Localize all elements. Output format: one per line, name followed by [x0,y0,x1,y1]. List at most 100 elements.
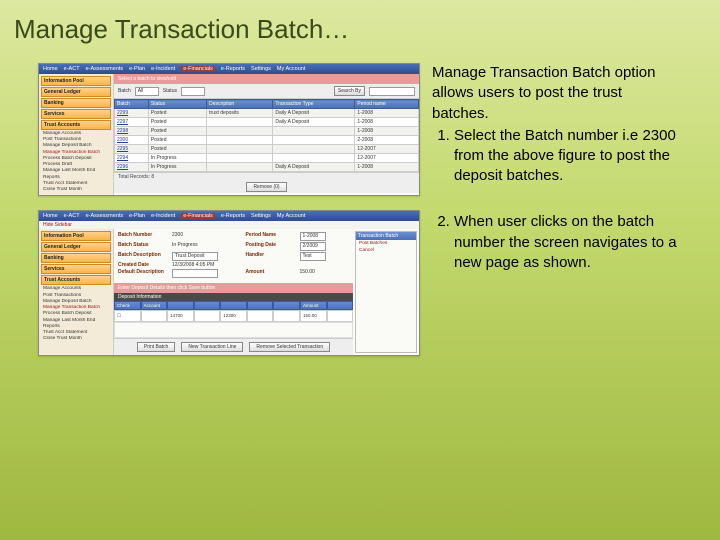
record-count: Total Records: 8 [114,172,419,181]
cell[interactable] [247,310,274,322]
remove-button[interactable]: Remove (0) [246,182,286,192]
default-desc-input[interactable] [172,269,218,278]
col [327,301,354,310]
nav-item[interactable]: Home [43,66,58,72]
nav-item[interactable]: e-ACT [64,66,80,72]
col-header[interactable]: Description [207,100,273,109]
sidebar-section[interactable]: Information Pool [41,231,111,241]
batch-link[interactable]: 2295 [115,145,149,154]
new-line-button[interactable]: New Transaction Line [181,342,243,352]
posting-date-input[interactable]: 2/2009 [300,242,326,251]
batch-link[interactable]: 2294 [115,154,149,163]
main-panel: Select a batch to view/edit Batch All St… [114,74,419,195]
cell[interactable] [194,310,221,322]
sidebar-section[interactable]: Banking [41,98,111,108]
sidebar-section[interactable]: Services [41,264,111,274]
nav-item[interactable]: Home [43,213,58,219]
nav-item[interactable]: e-Assessments [86,66,124,72]
value: 2300 [172,232,242,241]
period-select[interactable]: 1-2008 [300,232,326,241]
filter-batch-select[interactable]: All [135,87,159,96]
nav-item[interactable]: e-Incident [151,213,175,219]
section-header: Deposit Information [114,293,353,301]
batch-table: Batch Status Description Transaction Typ… [114,99,419,172]
col: Account [141,301,168,310]
sidebar-section[interactable]: Information Pool [41,76,111,86]
cell [207,118,273,127]
button-bar: Print Batch New Transaction Line Remove … [114,338,353,355]
checkbox[interactable]: ☐ [114,310,141,322]
batch-link[interactable]: 2299 [115,109,149,118]
nav-item[interactable]: Settings [251,66,271,72]
main-panel: Batch Number2300 Period Name1-2008 Batch… [114,229,419,355]
cell[interactable] [327,310,354,322]
value: In Progress [172,242,242,251]
col-header[interactable]: Transaction Type [273,100,355,109]
batch-link[interactable]: 2298 [115,127,149,136]
cell[interactable]: 14700 [167,310,194,322]
cell[interactable]: 12300 [220,310,247,322]
nav-item[interactable]: e-Reports [221,66,245,72]
batch-link[interactable]: 2297 [115,118,149,127]
cell [273,145,355,154]
col-header[interactable]: Status [148,100,206,109]
step-2: When user clicks on the batch number the… [454,212,682,273]
nav-item[interactable]: e-Assessments [86,213,124,219]
nav-item[interactable]: e-Plan [129,66,145,72]
col-header[interactable]: Period name [355,100,419,109]
sidebar-section[interactable]: Trust Accounts [41,275,111,285]
col [273,301,300,310]
cell: Daily A Deposit [273,163,355,172]
handler-select[interactable]: Test [300,252,326,261]
batch-link[interactable]: 2296 [115,163,149,172]
intro-text: Manage Transaction Batch option allows u… [432,63,682,124]
sidebar-section[interactable]: Banking [41,253,111,263]
sidebar-section[interactable]: General Ledger [41,242,111,252]
top-nav: Home e-ACT e-Assessments e-Plan e-Incide… [39,64,419,74]
filter-status-select[interactable] [181,87,205,96]
grid-row[interactable]: ☐ 14700 12300 150.00 [114,310,353,322]
nav-item[interactable]: e-Incident [151,66,175,72]
sidebar-item[interactable]: Close Trust Month [41,336,111,342]
nav-item[interactable]: My Account [277,213,305,219]
cell: 1-2008 [355,109,419,118]
cell [273,154,355,163]
cell: Posted [148,109,206,118]
sidebar-section[interactable]: General Ledger [41,87,111,97]
batch-form: Batch Number2300 Period Name1-2008 Batch… [114,229,353,283]
label: Batch Status [118,242,168,251]
cell[interactable] [273,310,300,322]
nav-item[interactable]: e-Plan [129,213,145,219]
nav-item[interactable]: e-Reports [221,213,245,219]
panel-item[interactable]: Cancel [356,247,416,254]
sidebar: Information Pool General Ledger Banking … [39,229,114,355]
remove-selected-button[interactable]: Remove Selected Transaction [249,342,330,352]
sidebar: Information Pool General Ledger Banking … [39,74,114,195]
label: Created Date [118,262,168,268]
label: Batch Number [118,232,168,241]
sidebar-item[interactable]: Close Trust Month [41,187,111,193]
sidebar-section[interactable]: Trust Accounts [41,120,111,130]
cell [207,127,273,136]
search-button[interactable]: Search By [334,86,365,96]
nav-item[interactable]: e-ACT [64,213,80,219]
desc-input[interactable]: Trust Deposit [172,252,218,261]
cell[interactable]: 150.00 [300,310,327,322]
print-batch-button[interactable]: Print Batch [137,342,175,352]
nav-item-active[interactable]: e-Financials [181,213,215,219]
panel-item[interactable]: Post Batches [356,240,416,247]
value: 12/3/2008 4:05 PM [172,262,242,268]
sidebar-section[interactable]: Services [41,109,111,119]
nav-item[interactable]: My Account [277,66,305,72]
col-header[interactable]: Batch [115,100,149,109]
nav-item[interactable]: Settings [251,213,271,219]
cell [207,145,273,154]
search-input[interactable] [369,87,415,96]
cell: 2-2008 [355,136,419,145]
nav-item-active[interactable]: e-Financials [181,66,215,72]
batch-link[interactable]: 2300 [115,136,149,145]
label: Default Description [118,269,168,280]
cell[interactable] [141,310,168,322]
filter-bar: Batch All Status Search By [114,84,419,99]
cell: 12-2007 [355,145,419,154]
